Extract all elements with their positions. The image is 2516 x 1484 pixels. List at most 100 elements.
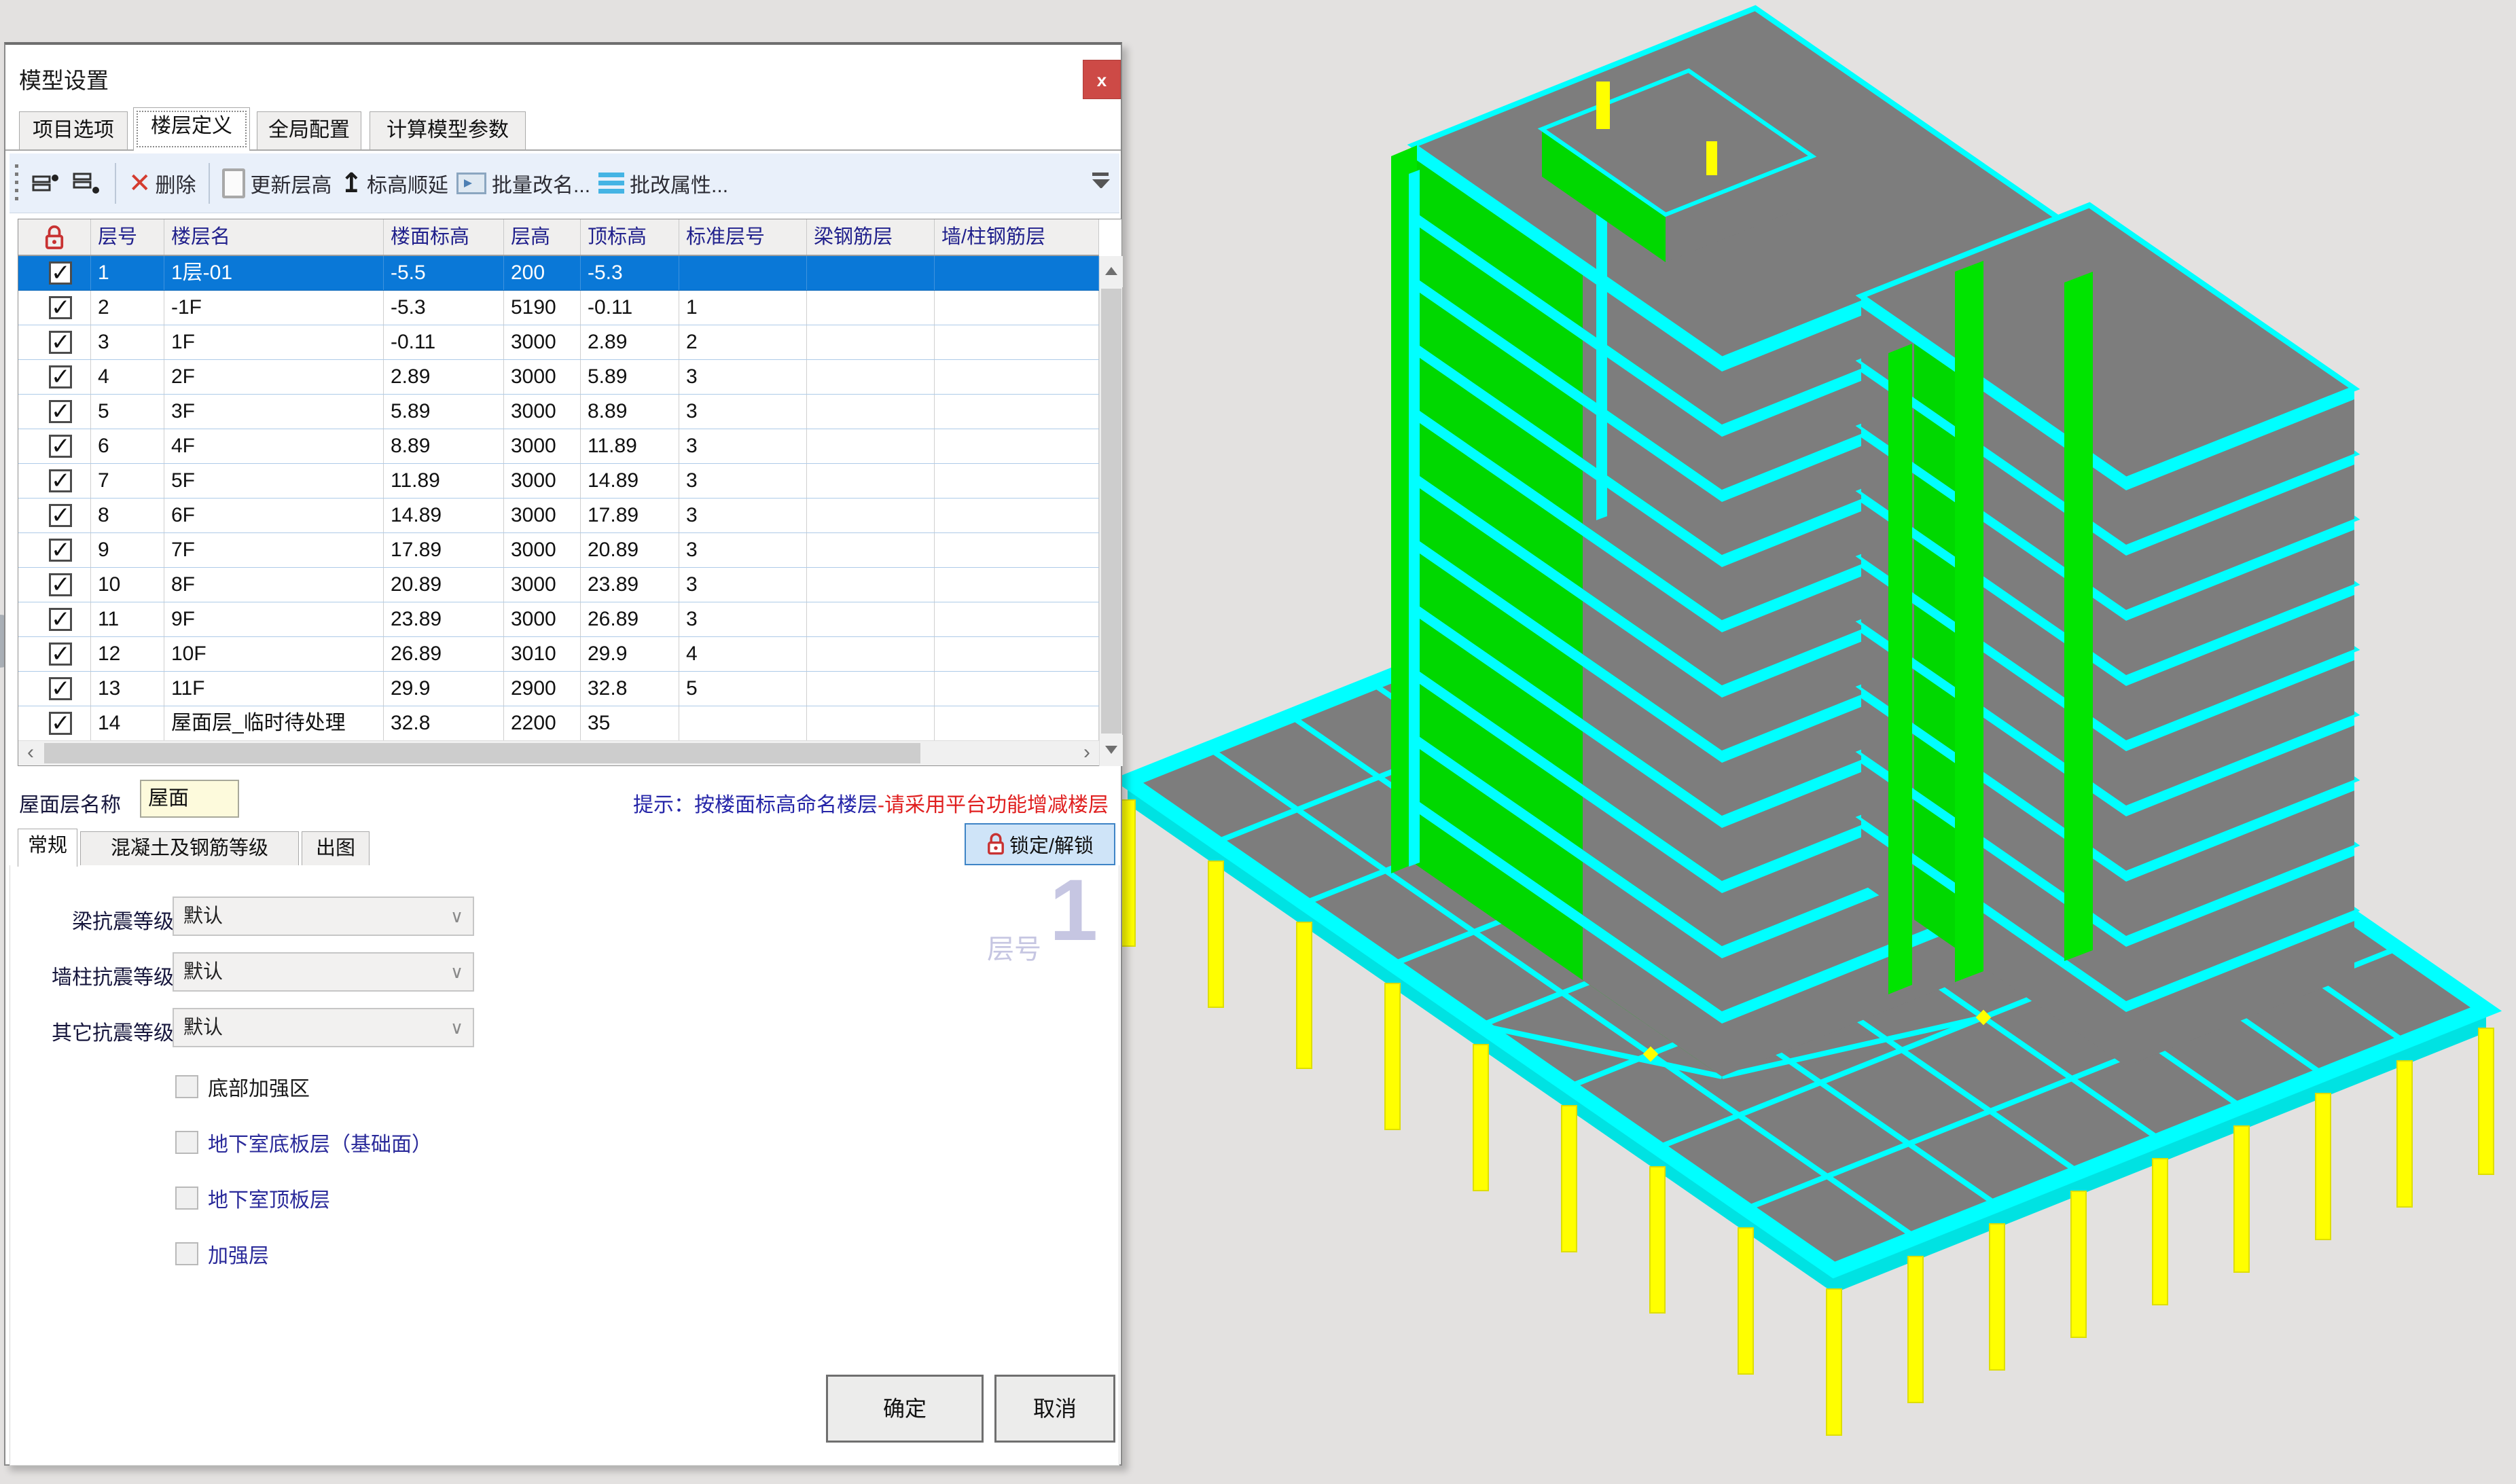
table-row[interactable]: ✓ 75F 11.893000 14.893	[18, 464, 1099, 499]
row-checkbox[interactable]: ✓	[49, 504, 72, 527]
scroll-up-icon[interactable]	[1100, 256, 1123, 287]
hint-red-text: -请采用平台功能增减楼层	[878, 794, 1109, 816]
chevron-down-icon: ∨	[450, 1009, 463, 1046]
row-checkbox[interactable]: ✓	[49, 435, 72, 458]
cancel-button[interactable]: 取消	[994, 1375, 1115, 1443]
row-checkbox[interactable]: ✓	[49, 712, 72, 735]
col-top-elev[interactable]: 顶标高	[581, 219, 679, 255]
table-header: 层号 楼层名 楼面标高 层高 顶标高 标准层号 梁钢筋层 墙/柱钢筋层	[18, 219, 1099, 256]
subtab-drawing[interactable]: 出图	[302, 831, 370, 865]
col-floor-elev[interactable]: 楼面标高	[384, 219, 504, 255]
table-row[interactable]: ✓ 86F 14.893000 17.893	[18, 499, 1099, 533]
row-checkbox[interactable]: ✓	[49, 677, 72, 700]
close-icon[interactable]: x	[1083, 60, 1121, 99]
row-checkbox[interactable]: ✓	[49, 296, 72, 319]
dialog-titlebar[interactable]: 模型设置 x	[5, 45, 1121, 110]
col-beam-rebar[interactable]: 梁钢筋层	[807, 219, 935, 255]
screen: 模型设置 x 项目选项 楼层定义 全局配置 计算模型参数 ✕ 删除 更	[0, 0, 2516, 1484]
option-basement-top-slab[interactable]: 地下室顶板层	[175, 1183, 330, 1213]
vertical-scroll-thumb[interactable]	[1101, 289, 1121, 734]
col-floor-name[interactable]: 楼层名	[164, 219, 384, 255]
subtab-concrete-rebar-grade[interactable]: 混凝土及钢筋等级	[80, 831, 299, 865]
list-icon	[598, 169, 624, 197]
insert-floor-above-icon[interactable]	[31, 171, 60, 196]
table-row[interactable]: ✓ 42F 2.893000 5.893	[18, 360, 1099, 395]
scroll-left-icon[interactable]: ‹	[18, 741, 43, 765]
dialog-title: 模型设置	[19, 62, 109, 95]
tab-calc-model-params[interactable]: 计算模型参数	[370, 111, 526, 149]
insert-floor-below-icon[interactable]	[71, 171, 101, 196]
delete-floor-button[interactable]: ✕ 删除	[128, 168, 196, 198]
table-row[interactable]: ✓ 31F -0.113000 2.892	[18, 325, 1099, 360]
table-row[interactable]: ✓ 64F 8.893000 11.893	[18, 429, 1099, 464]
floor-toolbar: ✕ 删除 更新层高 ↥ 标高顺延 批量改名... 批改属性...	[10, 153, 1119, 213]
row-checkbox[interactable]: ✓	[49, 400, 72, 423]
tab-project-options[interactable]: 项目选项	[19, 111, 128, 149]
row-checkbox[interactable]: ✓	[49, 469, 72, 492]
wallcol-seismic-label: 墙柱抗震等级	[24, 960, 174, 990]
beam-seismic-select[interactable]: 默认 ∨	[173, 897, 474, 936]
table-row[interactable]: ✓ 108F 20.893000 23.893	[18, 568, 1099, 602]
horizontal-scrollbar[interactable]: ‹ ›	[18, 740, 1099, 765]
row-checkbox[interactable]: ✓	[49, 331, 72, 354]
checkbox[interactable]	[175, 1131, 198, 1154]
horizontal-scroll-thumb[interactable]	[44, 743, 920, 763]
option-strengthen-floor[interactable]: 加强层	[175, 1239, 269, 1269]
elevation-extend-button[interactable]: ↥ 标高顺延	[340, 168, 449, 198]
roof-name-label: 屋面层名称	[19, 788, 121, 818]
chevron-down-icon: ∨	[450, 954, 463, 990]
wallcol-seismic-select[interactable]: 默认 ∨	[173, 952, 474, 992]
vertical-scrollbar[interactable]	[1099, 256, 1122, 766]
other-seismic-select[interactable]: 默认 ∨	[173, 1008, 474, 1047]
option-basement-bottom-slab[interactable]: 地下室底板层（基础面）	[175, 1127, 432, 1157]
beam-seismic-label: 梁抗震等级	[24, 905, 174, 935]
document-icon	[222, 168, 245, 198]
table-row[interactable]: ✓ 14屋面层_临时待处理 32.82200 35	[18, 706, 1099, 741]
subtab-general[interactable]: 常规	[18, 829, 77, 867]
col-floor-no[interactable]: 层号	[91, 219, 164, 255]
row-checkbox[interactable]: ✓	[49, 539, 72, 562]
tab-floor-definition[interactable]: 楼层定义	[133, 107, 250, 151]
table-row[interactable]: ✓ 11层-01 -5.5200 -5.3	[18, 256, 1099, 291]
option-bottom-strengthen[interactable]: 底部加强区	[175, 1072, 310, 1102]
roof-name-input[interactable]: 屋面	[140, 780, 239, 818]
tab-global-config[interactable]: 全局配置	[257, 111, 361, 149]
scroll-right-icon[interactable]: ›	[1075, 741, 1099, 765]
other-seismic-label: 其它抗震等级	[24, 1016, 174, 1046]
table-row[interactable]: ✓ 2-1F -5.35190 -0.111	[18, 291, 1099, 325]
table-row[interactable]: ✓ 1210F 26.893010 29.94	[18, 637, 1099, 672]
batch-properties-button[interactable]: 批改属性...	[598, 168, 728, 198]
scroll-down-icon[interactable]	[1100, 735, 1123, 766]
table-row[interactable]: ✓ 53F 5.893000 8.893	[18, 395, 1099, 429]
delete-x-icon: ✕	[128, 170, 151, 197]
row-checkbox[interactable]: ✓	[49, 608, 72, 631]
rename-icon	[456, 173, 486, 194]
toolbar-separator	[115, 163, 116, 204]
floor-table: 层号 楼层名 楼面标高 层高 顶标高 标准层号 梁钢筋层 墙/柱钢筋层 ✓ 11…	[18, 219, 1122, 766]
model-3d-view[interactable]	[1121, 0, 2516, 1484]
update-floor-height-button[interactable]: 更新层高	[222, 168, 332, 198]
batch-rename-button[interactable]: 批量改名...	[456, 168, 590, 198]
col-wall-col-rebar[interactable]: 墙/柱钢筋层	[935, 219, 1099, 255]
row-checkbox[interactable]: ✓	[49, 261, 72, 285]
toolbar-overflow-button[interactable]	[1092, 173, 1110, 193]
up-arrow-icon: ↥	[340, 170, 363, 197]
table-row[interactable]: ✓ 1311F 29.92900 32.85	[18, 672, 1099, 706]
checkbox[interactable]	[175, 1075, 198, 1098]
toolbar-separator	[209, 163, 210, 204]
hint-text: 提示：按楼面标高命名楼层-请采用平台功能增减楼层	[633, 788, 1109, 818]
checkbox[interactable]	[175, 1242, 198, 1265]
row-checkbox[interactable]: ✓	[49, 573, 72, 596]
table-row[interactable]: ✓ 97F 17.893000 20.893	[18, 533, 1099, 568]
ok-button[interactable]: 确定	[826, 1375, 984, 1443]
col-std-floor-no[interactable]: 标准层号	[679, 219, 807, 255]
row-checkbox[interactable]: ✓	[49, 365, 72, 388]
lock-icon	[986, 833, 1005, 856]
floor-number-watermark: 层号 1	[987, 870, 1123, 985]
row-checkbox[interactable]: ✓	[49, 643, 72, 666]
checkbox[interactable]	[175, 1187, 198, 1210]
col-floor-height[interactable]: 层高	[504, 219, 581, 255]
lock-column-header[interactable]	[18, 219, 91, 255]
lock-unlock-button[interactable]: 锁定/解锁	[965, 823, 1115, 865]
table-row[interactable]: ✓ 119F 23.893000 26.893	[18, 602, 1099, 637]
